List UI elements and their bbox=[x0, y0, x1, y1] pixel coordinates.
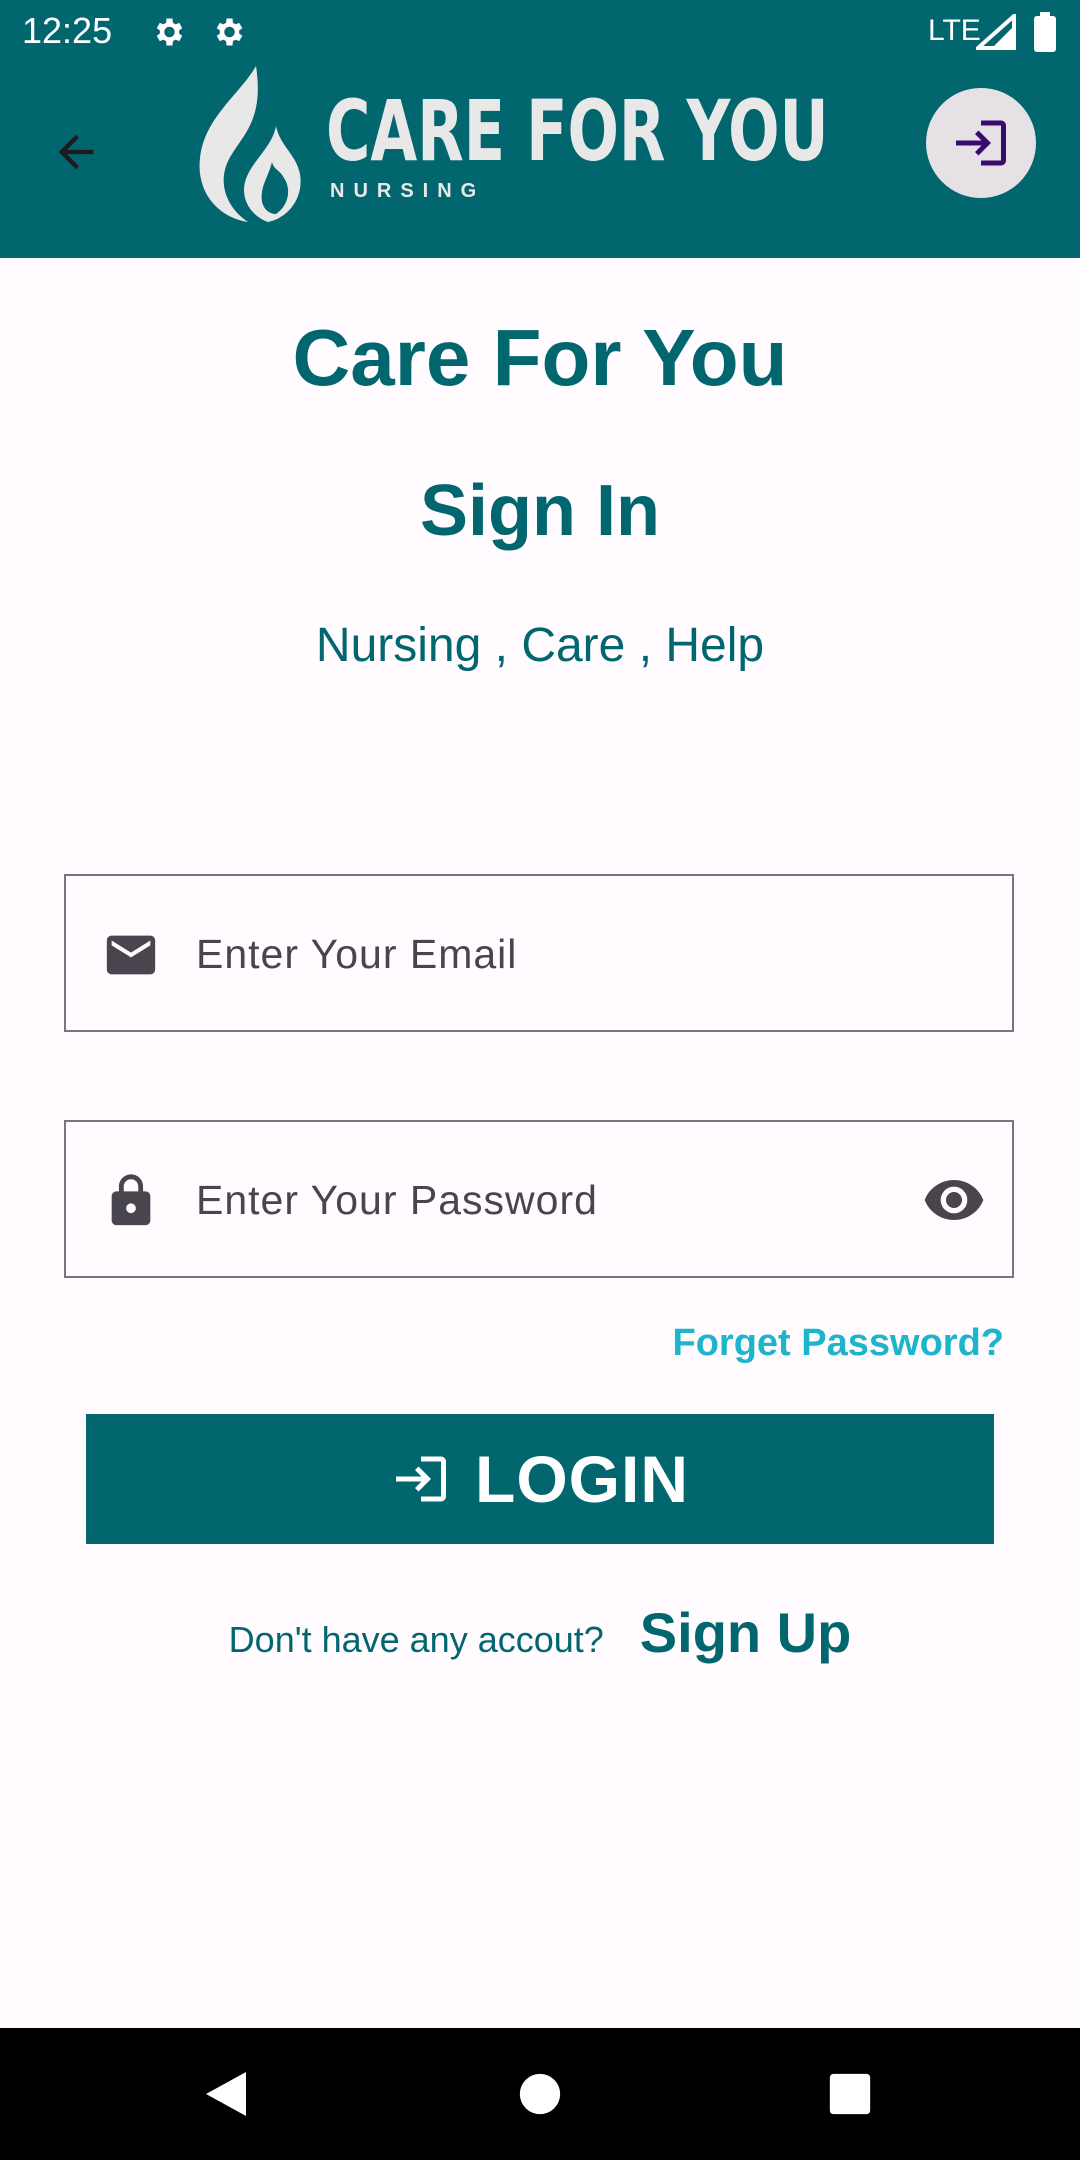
nav-back-icon bbox=[206, 2072, 246, 2116]
email-field[interactable] bbox=[64, 874, 1014, 1032]
settings-gear-icon bbox=[156, 18, 183, 46]
brand-logo: CARE FOR YOU NURSING bbox=[196, 64, 829, 258]
login-button[interactable]: LOGIN bbox=[86, 1414, 994, 1544]
app-title: Care For You bbox=[292, 313, 788, 402]
status-bar: 12:25 LTE bbox=[0, 0, 1080, 64]
battery-icon bbox=[1034, 12, 1056, 52]
app-bar: CARE FOR YOU NURSING bbox=[0, 64, 1080, 258]
signup-question: Don't have any accout? bbox=[228, 1619, 604, 1660]
nav-recents-button[interactable] bbox=[818, 2062, 882, 2126]
eye-icon bbox=[924, 1180, 984, 1220]
login-icon bbox=[396, 1456, 446, 1502]
system-nav-bar bbox=[0, 2028, 1080, 2160]
login-action-button[interactable] bbox=[926, 88, 1036, 198]
back-button[interactable] bbox=[40, 116, 112, 188]
settings-gear-icon bbox=[216, 18, 243, 46]
password-input[interactable] bbox=[196, 1162, 896, 1238]
back-arrow-icon bbox=[58, 134, 94, 170]
flame-logo-icon bbox=[199, 66, 301, 222]
nav-back-button[interactable] bbox=[194, 2062, 258, 2126]
password-field[interactable] bbox=[64, 1120, 1014, 1278]
mail-icon bbox=[106, 935, 156, 975]
page-title: Sign In bbox=[420, 471, 660, 551]
login-icon bbox=[956, 120, 1006, 166]
logo-subtitle: NURSING bbox=[330, 180, 486, 202]
lock-icon bbox=[111, 1174, 151, 1226]
email-input[interactable] bbox=[196, 916, 896, 992]
signup-link[interactable]: Sign Up bbox=[640, 1600, 852, 1665]
nav-recents-icon bbox=[829, 2073, 871, 2115]
signal-icon bbox=[976, 14, 1016, 50]
toggle-password-visibility-button[interactable] bbox=[918, 1164, 990, 1236]
forgot-password-link[interactable]: Forget Password? bbox=[673, 1322, 1005, 1365]
nav-home-icon bbox=[519, 2073, 561, 2115]
signup-row: Don't have any accout? Sign Up bbox=[0, 1600, 1080, 1665]
network-type: LTE bbox=[928, 14, 981, 47]
logo-title: CARE FOR YOU bbox=[326, 82, 829, 180]
nav-home-button[interactable] bbox=[508, 2062, 572, 2126]
login-button-label: LOGIN bbox=[475, 1442, 689, 1516]
status-time: 12:25 bbox=[22, 10, 113, 51]
tagline: Nursing , Care , Help bbox=[315, 619, 765, 672]
